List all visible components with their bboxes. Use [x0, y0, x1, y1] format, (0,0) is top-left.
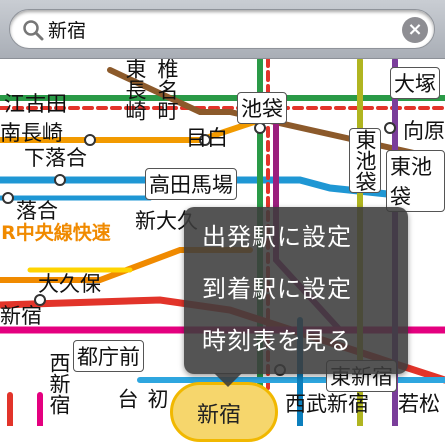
station-label-shiinamachi[interactable]: 椎名町 [152, 58, 182, 121]
station-label-higashiikebukuro[interactable]: 東池袋 [386, 150, 445, 212]
set-departure-menu-item[interactable]: 出発駅に設定 [184, 215, 408, 259]
station-label-higashiikebukuro-v[interactable]: 東池袋 [349, 128, 381, 193]
station-label-nishishinjuku[interactable]: 西新宿 [44, 352, 74, 415]
menu-pointer [214, 373, 242, 387]
search-field[interactable]: × [9, 9, 435, 49]
station-label-okubo[interactable]: 大久保 [38, 268, 101, 298]
station-label-wakamatsu[interactable]: 若松 [398, 388, 440, 418]
search-input[interactable] [48, 15, 378, 43]
station-label-takadanobaba[interactable]: 高田馬場 [145, 168, 237, 200]
set-arrival-menu-item[interactable]: 到着駅に設定 [184, 267, 408, 311]
station-label-higashinagasaki[interactable]: 東長崎 [120, 58, 150, 121]
station-label-shinjuku-left[interactable]: 新宿 [0, 300, 42, 330]
station-label-ekoda[interactable]: 江古田 [4, 88, 67, 118]
station-label-seibushinjuku[interactable]: 西武新宿 [285, 388, 369, 418]
station-label-mukohara[interactable]: 向原 [403, 115, 445, 145]
clear-icon[interactable]: × [402, 17, 428, 43]
view-timetable-menu-item[interactable]: 時刻表を見る [184, 319, 408, 363]
station-label-otsuka[interactable]: 大塚 [390, 67, 440, 99]
selected-station-label: 新宿 [197, 403, 242, 428]
station-label-tochomae[interactable]: 都庁前 [73, 340, 144, 372]
station-action-menu: 出発駅に設定 到着駅に設定 時刻表を見る [184, 207, 408, 387]
station-label-mejiro[interactable]: 目白 [186, 122, 228, 152]
search-icon [23, 20, 44, 41]
station-label-minaminagasaki[interactable]: 南長崎 [0, 117, 63, 147]
station-label-ikebukuro[interactable]: 池袋 [237, 92, 287, 124]
station-label-chuo-line: JR中央線快速 [0, 222, 111, 244]
selected-station-marker[interactable]: 新宿 [170, 382, 278, 442]
station-label-hatsudai[interactable]: 初台 [112, 388, 172, 426]
search-bar: × [0, 0, 445, 59]
